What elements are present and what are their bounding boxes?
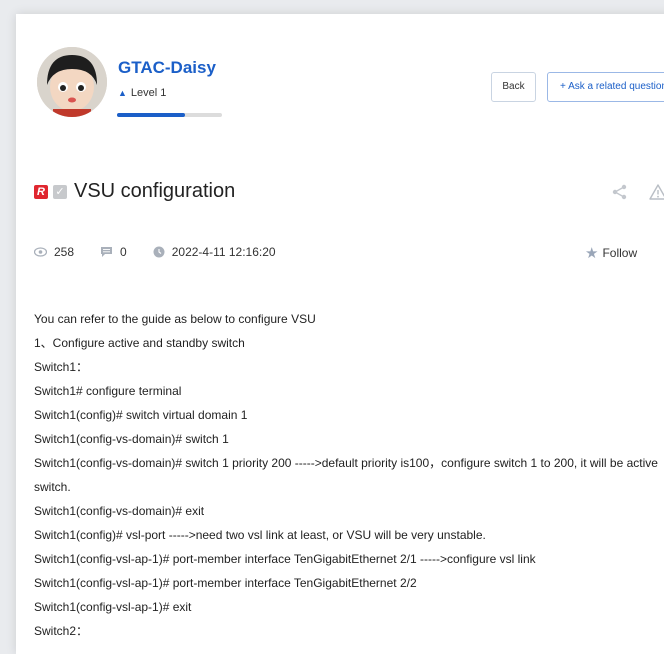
content-line: Switch1(config-vsl-ap-1)# port-member in… [34, 552, 536, 566]
content-line: switch. [34, 480, 71, 494]
content-line: Switch1(config-vsl-ap-1)# exit [34, 600, 192, 614]
follow-button[interactable]: ★ Follow [585, 244, 637, 262]
resolved-check-icon: ✓ [53, 184, 67, 199]
level-progress-fill [117, 113, 186, 117]
post-meta: 258 0 2022-4-11 12:16:20 [34, 245, 302, 259]
datetime-value: 2022-4-11 12:16:20 [171, 245, 276, 259]
brand-logo-icon: R [34, 184, 48, 199]
avatar-image [37, 47, 107, 117]
clock-icon [153, 246, 165, 258]
content-line: Switch1(config)# switch virtual domain 1 [34, 408, 248, 422]
content-line: Switch1(config-vsl-ap-1)# port-member in… [34, 576, 417, 590]
post-content: You can refer to the guide as below to c… [34, 307, 664, 643]
views-count: 258 [34, 245, 74, 259]
content-line: Switch2： [34, 624, 89, 638]
ask-related-question-button[interactable]: + Ask a related question [547, 72, 664, 102]
post-title: VSU configuration [74, 180, 236, 202]
user-level-label: Level 1 [130, 87, 167, 99]
content-line: You can refer to the guide as below to c… [34, 312, 316, 326]
content-line: Switch1(config-vs-domain)# switch 1 [34, 432, 229, 446]
user-avatar[interactable] [37, 47, 107, 117]
content-line: Switch1(config)# vsl-port ----->need two… [34, 528, 486, 542]
content-line: Switch1(config-vs-domain)# switch 1 prio… [34, 456, 658, 470]
content-line: Switch1(config-vs-domain)# exit [34, 504, 205, 518]
comments-value: 0 [120, 245, 127, 259]
content-line: 1、Configure active and standby switch [34, 336, 245, 350]
star-icon: ★ [585, 245, 599, 262]
content-line: Switch1# configure terminal [34, 384, 182, 398]
content-line: Switch1： [34, 360, 89, 374]
level-progress-bar [117, 113, 222, 117]
follow-label: Follow [602, 246, 638, 260]
username[interactable]: GTAC-Daisy [118, 58, 216, 78]
post-title-row: R ✓ VSU configuration [34, 180, 235, 203]
report-warning-icon[interactable] [649, 184, 664, 200]
eye-icon [34, 247, 47, 257]
back-button[interactable]: Back [491, 72, 536, 102]
level-triangle-icon: ▲ [118, 88, 127, 98]
user-level: ▲ Level 1 [118, 87, 166, 99]
views-value: 258 [54, 245, 75, 259]
post-card: GTAC-Daisy ▲ Level 1 Back + Ask a related… [16, 14, 664, 654]
share-icon[interactable] [612, 184, 628, 200]
post-datetime: 2022-4-11 12:16:20 [153, 245, 276, 259]
comments-count: 0 [100, 245, 127, 259]
comment-icon [101, 247, 113, 257]
